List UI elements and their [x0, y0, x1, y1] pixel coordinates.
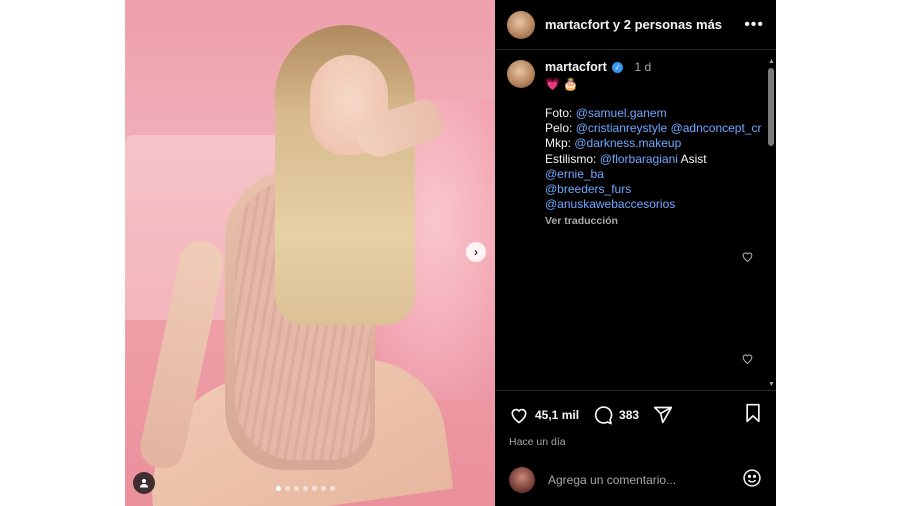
carousel-dot [303, 486, 308, 491]
caption-emoji: 💗 🎂 [545, 77, 579, 91]
collaborators-text[interactable]: y 2 personas más [613, 17, 722, 32]
more-options-button[interactable]: ••• [744, 16, 764, 34]
carousel-indicator [276, 486, 335, 491]
carousel-dot [294, 486, 299, 491]
post-side-panel: martacfort y 2 personas más ••• martacfo… [495, 0, 776, 506]
caption-body: martacfort ✓ 1 d 💗 🎂 Foto: @samuel.ganem… [545, 60, 764, 229]
heart-icon [742, 252, 753, 263]
save-button[interactable] [744, 403, 762, 428]
caption: martacfort ✓ 1 d 💗 🎂 Foto: @samuel.ganem… [507, 60, 764, 229]
mention-link[interactable]: @anuskawebaccesorios [545, 197, 675, 211]
action-row: 45,1 mil 383 [509, 403, 762, 427]
next-slide-button[interactable]: › [466, 242, 486, 262]
caption-username[interactable]: martacfort [545, 60, 607, 74]
carousel-dot [312, 486, 317, 491]
heart-icon [511, 408, 527, 424]
bookmark-icon [746, 403, 760, 422]
comment-button[interactable]: 383 [593, 405, 653, 425]
post-actions: 45,1 mil 383 Hace un día [495, 390, 776, 448]
carousel-dot [330, 486, 335, 491]
credit-label: Estilismo: [545, 151, 600, 166]
post-header: martacfort y 2 personas más ••• [495, 0, 776, 50]
post-author-title: martacfort y 2 personas más [545, 17, 744, 32]
scroll-thumb[interactable] [768, 68, 774, 146]
caption-avatar[interactable] [507, 60, 535, 88]
comment-input[interactable] [548, 473, 742, 487]
caption-header: martacfort ✓ 1 d [545, 60, 764, 75]
scroll-down-icon[interactable]: ▼ [768, 381, 775, 388]
comments-scrollbar[interactable]: ▲ ▼ [768, 58, 775, 388]
emoji-button[interactable] [742, 468, 762, 493]
more-horizontal-icon: ••• [744, 15, 764, 33]
post-photo[interactable]: › [125, 0, 495, 506]
carousel-dot [285, 486, 290, 491]
comment-icon [594, 406, 613, 425]
mention-link[interactable]: @darkness.makeup [574, 136, 681, 150]
credit-label: Pelo: [545, 121, 576, 136]
mention-link[interactable]: @adnconcept_cr [671, 121, 762, 135]
caption-time: 1 d [634, 60, 652, 74]
scroll-up-icon[interactable]: ▲ [768, 58, 775, 65]
carousel-dot [276, 486, 281, 491]
mention-link[interactable]: @florbaragiani [600, 152, 678, 166]
caption-credits: Foto: @samuel.ganem Pelo: @cristianreysty… [545, 106, 764, 212]
comment-like-button[interactable] [741, 250, 754, 266]
credit-line: Estilismo: @florbaragiani Asist [545, 152, 764, 167]
comments-count[interactable]: 383 [619, 408, 639, 422]
send-icon [653, 406, 673, 424]
add-comment-bar [495, 458, 776, 502]
credit-line: Foto: @samuel.ganem [545, 106, 764, 121]
see-translation-link[interactable]: Ver traducción [545, 214, 764, 229]
mention-link[interactable]: @breeders_furs [545, 182, 631, 196]
mention-link[interactable]: @samuel.ganem [576, 106, 667, 120]
credit-line: Mkp: @darkness.makeup [545, 136, 764, 151]
verified-badge-icon: ✓ [612, 62, 624, 74]
author-username[interactable]: martacfort [545, 17, 609, 32]
like-button[interactable]: 45,1 mil [509, 405, 593, 425]
credit-line: @ernie_ba [545, 167, 764, 182]
user-tag-icon [140, 479, 148, 488]
mention-link[interactable]: @cristianreystyle [576, 121, 668, 135]
carousel-dot [321, 486, 326, 491]
credit-label: Mkp: [545, 136, 575, 151]
comments-section: martacfort ✓ 1 d 💗 🎂 Foto: @samuel.ganem… [495, 50, 776, 390]
credit-suffix: Asist [677, 151, 707, 166]
credit-line: @breeders_furs @anuskawebaccesorios [545, 182, 764, 212]
author-avatar[interactable] [507, 10, 535, 39]
heart-icon [742, 354, 753, 365]
instagram-post: › martacfort y 2 personas más ••• martac… [125, 0, 776, 506]
post-timestamp: Hace un día [509, 436, 566, 448]
viewer-avatar [509, 467, 535, 493]
comment-like-button[interactable] [741, 352, 754, 368]
mention-link[interactable]: @ernie_ba [545, 167, 604, 181]
likes-count[interactable]: 45,1 mil [535, 408, 579, 422]
share-button[interactable] [653, 405, 673, 425]
credit-line: Pelo: @cristianreystyle @adnconcept_cr [545, 121, 764, 136]
credit-label: Foto: [545, 106, 576, 120]
tagged-users-button[interactable] [133, 472, 155, 494]
chevron-right-icon: › [474, 245, 478, 259]
emoji-icon [743, 468, 761, 487]
